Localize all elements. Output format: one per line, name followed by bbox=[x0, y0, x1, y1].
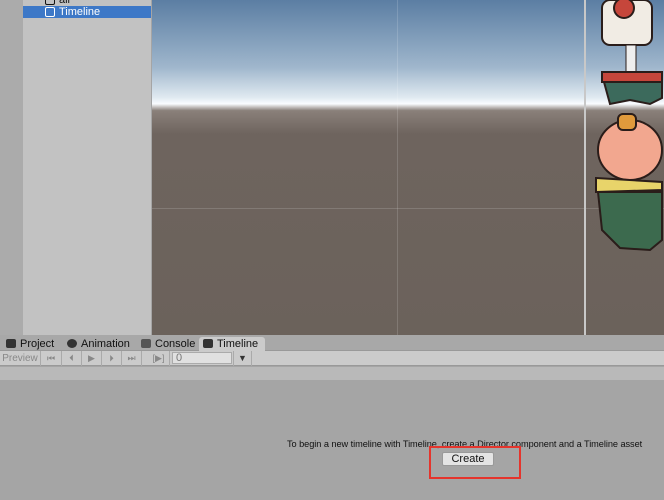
play-range-button[interactable]: [▶] bbox=[148, 351, 170, 366]
gameobject-icon bbox=[45, 0, 55, 5]
play-button[interactable]: ▶ bbox=[82, 351, 102, 366]
timeline-header-area bbox=[0, 367, 664, 380]
panel-tabs: Project Animation Console Timeline bbox=[0, 335, 664, 351]
previous-frame-button[interactable]: ⏴ bbox=[62, 351, 82, 366]
hierarchy-gutter bbox=[0, 0, 23, 335]
next-frame-button[interactable]: ⏵ bbox=[102, 351, 122, 366]
tab-timeline[interactable]: Timeline bbox=[199, 337, 265, 351]
scene-view[interactable] bbox=[152, 0, 664, 335]
last-frame-button[interactable]: ⏭ bbox=[122, 351, 142, 366]
gameobject-icon bbox=[45, 7, 55, 17]
tab-animation[interactable]: Animation bbox=[63, 337, 133, 351]
folder-icon bbox=[6, 339, 16, 348]
time-field[interactable]: 0 bbox=[172, 352, 232, 364]
tab-console[interactable]: Console bbox=[137, 337, 199, 351]
scene-grid-line bbox=[152, 208, 664, 209]
animation-icon bbox=[67, 339, 77, 348]
hierarchy-item-timeline[interactable]: Timeline bbox=[23, 6, 151, 18]
dropdown-button[interactable]: ▼ bbox=[233, 351, 252, 366]
scene-grid-line bbox=[397, 0, 398, 335]
timeline-icon bbox=[203, 339, 213, 348]
highlight-box bbox=[429, 446, 521, 479]
preview-button[interactable]: Preview bbox=[0, 351, 41, 366]
tab-project[interactable]: Project bbox=[2, 337, 60, 351]
console-icon bbox=[141, 339, 151, 348]
first-frame-button[interactable]: ⏮ bbox=[41, 351, 62, 366]
timeline-toolbar: Preview ⏮ ⏴ ▶ ⏵ ⏭ [▶] ▼ bbox=[0, 351, 664, 366]
character-sprite bbox=[595, 0, 663, 252]
scene-divider bbox=[584, 0, 586, 335]
